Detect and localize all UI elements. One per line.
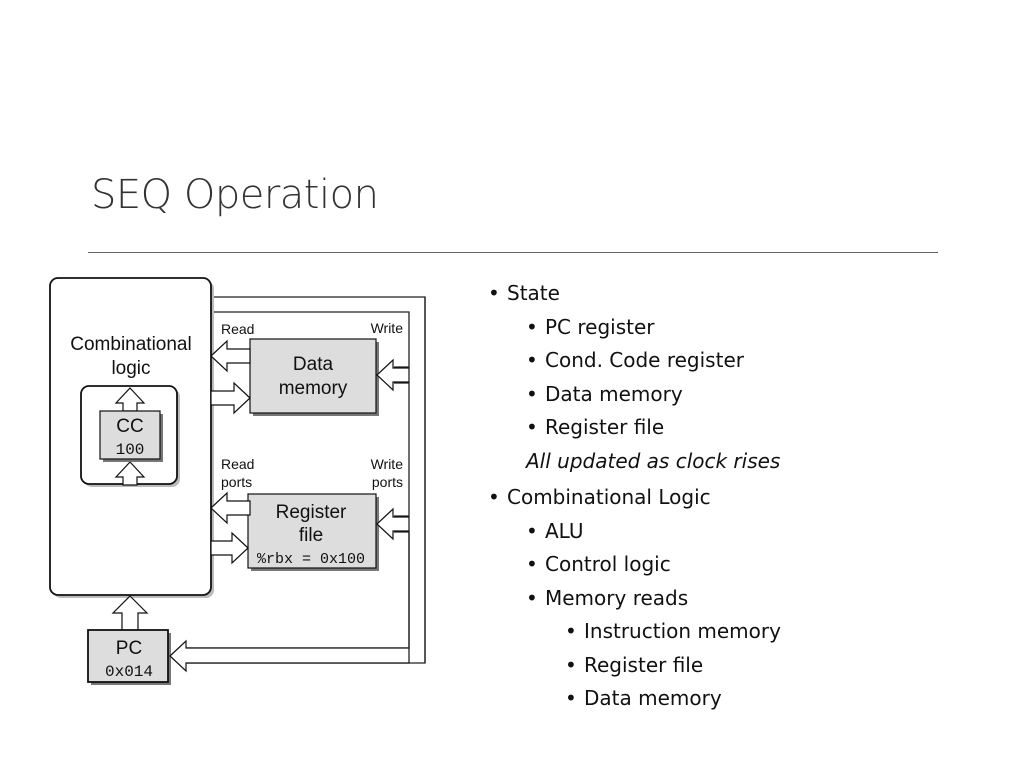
bullet-dot-icon: • xyxy=(526,314,538,339)
bullet-text: All updated as clock rises xyxy=(526,448,781,473)
data-memory-label-2: memory xyxy=(279,378,348,399)
bullet-dot-icon: • xyxy=(526,381,538,406)
bullet-text: ALU xyxy=(545,518,584,543)
bullet-dot-icon: • xyxy=(526,552,538,576)
bullet-dot-icon: • xyxy=(526,585,538,610)
bullet-text: PC register xyxy=(545,314,655,339)
read-ports-label-1: Read xyxy=(221,456,254,472)
bullet-item: • PC register xyxy=(488,314,781,348)
bullet-text: Combinational Logic xyxy=(507,485,711,509)
bullet-text: State xyxy=(507,281,560,305)
bullet-dot-icon: • xyxy=(565,652,577,677)
data-write-arrow-icon xyxy=(376,358,410,392)
reg-write-arrow-icon xyxy=(376,507,410,541)
bullet-item: • State xyxy=(488,280,781,314)
bullet-dot-icon: • xyxy=(565,686,577,710)
reg-read-arrow-icon xyxy=(210,491,251,525)
write-wire-reg xyxy=(394,504,410,517)
bullet-list: • State • PC register • Cond. Code register • D… xyxy=(488,280,781,719)
bullet-item: • Control logic xyxy=(488,551,781,585)
pc-out-arrow-icon xyxy=(111,595,149,632)
register-file-label-2: file xyxy=(299,525,323,546)
bullet-item: • ALU xyxy=(488,518,781,552)
data-memory-box xyxy=(249,338,377,414)
bullet-dot-icon: • xyxy=(526,348,538,372)
data-addr-arrow-icon xyxy=(210,381,251,415)
bullet-item: • Data memory xyxy=(488,381,781,415)
write-ports-label-2: ports xyxy=(372,474,403,490)
bullet-item: • Cond. Code register xyxy=(488,347,781,381)
bullet-dot-icon: • xyxy=(488,281,500,305)
bullet-item: • Combinational Logic xyxy=(488,484,781,518)
bullet-text: Memory reads xyxy=(545,585,689,610)
pc-in-arrow-icon xyxy=(169,639,410,673)
write-ports-label-1: Write xyxy=(371,456,404,472)
bullet-text: Data memory xyxy=(584,686,722,710)
data-write-label: Write xyxy=(371,320,404,336)
pc-value: 0x014 xyxy=(105,663,153,681)
bullet-text: Instruction memory xyxy=(584,619,781,643)
wire-overlay xyxy=(408,297,426,663)
bullet-dot-icon: • xyxy=(488,485,500,509)
register-value: %rbx = 0x100 xyxy=(257,551,365,568)
bullet-text: Register file xyxy=(584,652,704,677)
pc-label: PC xyxy=(116,638,142,659)
data-read-label: Read xyxy=(221,321,254,337)
read-ports-label-2: ports xyxy=(221,474,252,490)
bullet-item: • Memory reads xyxy=(488,585,781,619)
bullet-dot-icon: • xyxy=(526,518,538,543)
cc-value: 100 xyxy=(116,441,145,459)
comb-logic-label-2: logic xyxy=(111,358,150,379)
bullet-item: • Data memory xyxy=(488,685,781,719)
bullet-text: Data memory xyxy=(545,381,683,406)
bullet-item: • Instruction memory xyxy=(488,618,781,652)
data-read-arrow-icon xyxy=(210,339,251,373)
bullet-item: All updated as clock rises xyxy=(488,448,781,482)
bullet-dot-icon: • xyxy=(526,415,538,439)
bullet-text: Control logic xyxy=(545,552,671,576)
reg-addr-arrow-icon xyxy=(210,531,249,565)
bullet-text: Register file xyxy=(545,415,665,439)
cc-label: CC xyxy=(116,416,143,437)
bullet-text: Cond. Code register xyxy=(545,348,744,372)
bullet-item: • Register file xyxy=(488,652,781,686)
bullet-item: • Register file xyxy=(488,414,781,448)
comb-logic-label-1: Combinational xyxy=(70,334,191,355)
register-file-label-1: Register xyxy=(276,502,347,523)
data-memory-label-1: Data xyxy=(293,354,334,375)
bullet-dot-icon: • xyxy=(565,619,577,643)
